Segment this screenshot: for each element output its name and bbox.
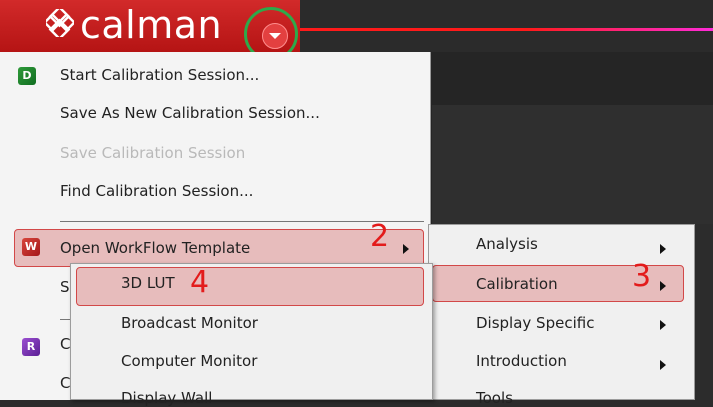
submenu-arrow-icon (660, 281, 666, 291)
submenu-arrow-icon (660, 360, 666, 370)
submenu-item-tools[interactable]: Tools (476, 389, 513, 407)
step-2-label: 2 (370, 219, 390, 254)
submenu-item-introduction[interactable]: Introduction (476, 352, 567, 370)
submenu-arrow-icon (660, 320, 666, 330)
menu-item-partial-c2[interactable]: C (60, 374, 70, 392)
report-icon: R (22, 338, 40, 356)
submenu-item-broadcast-monitor[interactable]: Broadcast Monitor (121, 314, 258, 332)
menu-item-save-as-new-session[interactable]: Save As New Calibration Session... (60, 104, 320, 122)
submenu-arrow-icon (660, 244, 666, 254)
workflow-category-submenu (428, 224, 695, 400)
menu-item-start-calibration-session[interactable]: Start Calibration Session... (60, 66, 259, 84)
menu-item-open-workflow-template-label: Open WorkFlow Template (60, 239, 251, 257)
step-4-label: 4 (190, 265, 210, 300)
submenu-arrow-icon (403, 244, 409, 254)
start-session-icon: D (18, 67, 36, 85)
submenu-item-display-specific[interactable]: Display Specific (476, 314, 594, 332)
accent-line (300, 28, 713, 31)
submenu-item-display-wall[interactable]: Display Wall (121, 389, 212, 407)
menu-divider (60, 319, 70, 320)
submenu-item-computer-monitor[interactable]: Computer Monitor (121, 352, 257, 370)
submenu-item-analysis[interactable]: Analysis (476, 235, 538, 253)
workspace-panel (432, 105, 713, 224)
calman-logo-icon (43, 5, 76, 41)
menu-item-partial-s[interactable]: S (60, 278, 70, 296)
menu-item-find-calibration-session[interactable]: Find Calibration Session... (60, 182, 253, 200)
step-3-label: 3 (632, 259, 652, 294)
submenu-item-3d-lut[interactable]: 3D LUT (121, 274, 175, 292)
workflow-template-icon: W (22, 238, 40, 256)
menu-item-partial-c1[interactable]: C (60, 335, 70, 353)
submenu-item-calibration[interactable]: Calibration (476, 275, 558, 293)
logo-text: calman (80, 3, 223, 47)
menu-item-save-calibration-session: Save Calibration Session (60, 144, 246, 162)
